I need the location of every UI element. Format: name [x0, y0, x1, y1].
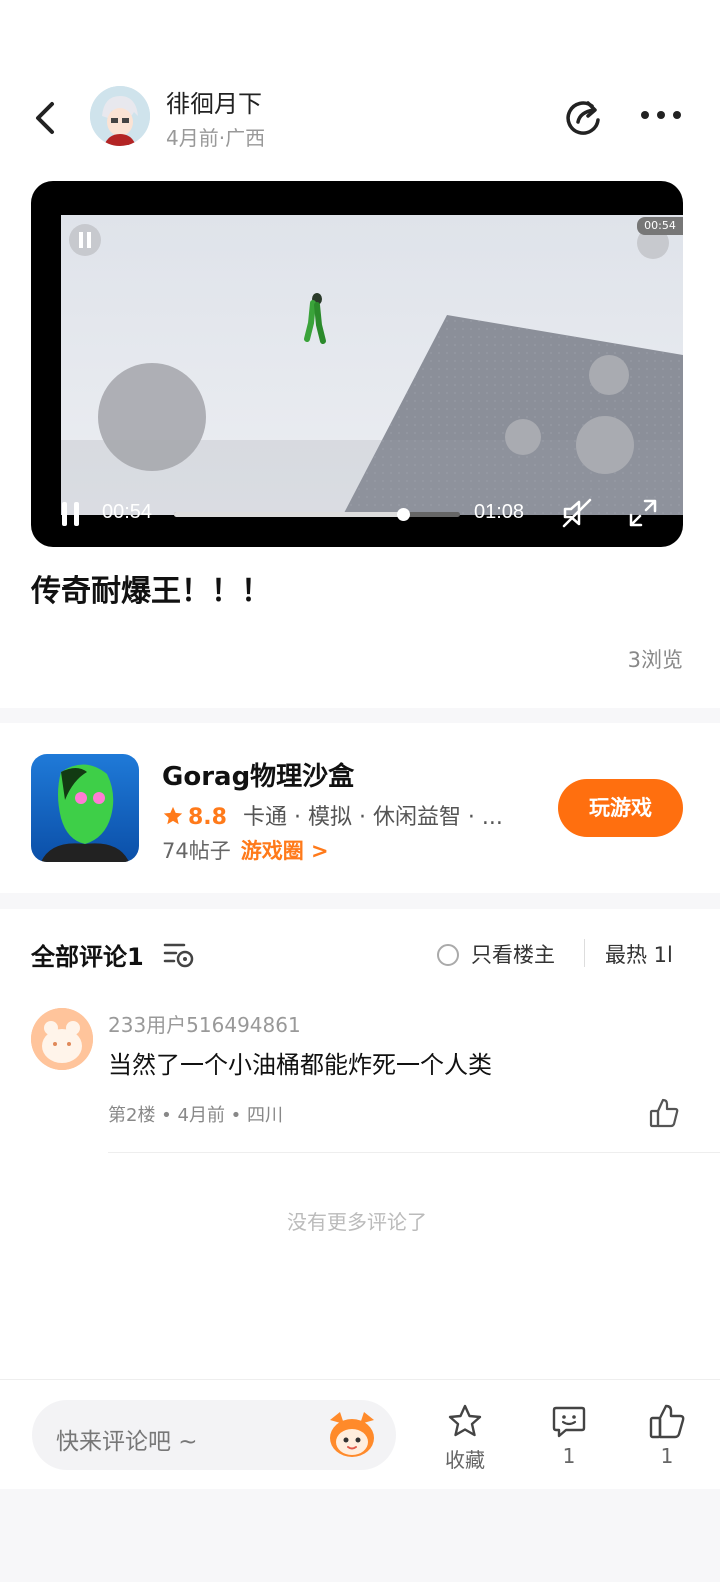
like-button[interactable]: 1	[632, 1402, 702, 1468]
game-rating: 8.8	[188, 805, 227, 830]
star-icon	[448, 1404, 482, 1437]
game-icon[interactable]	[31, 754, 139, 862]
comment-count: 1	[562, 1444, 576, 1468]
favorite-label: 收藏	[445, 1448, 485, 1472]
video-frame	[61, 215, 683, 515]
comment-input[interactable]: 快来评论吧 ~	[32, 1400, 396, 1470]
game-name[interactable]: Gorag物理沙盒	[162, 756, 354, 793]
favorite-button[interactable]: 收藏	[430, 1402, 500, 1473]
video-player[interactable]: 00:54 00:54 01:08	[31, 181, 683, 547]
author-avatar[interactable]	[90, 86, 150, 146]
progress-thumb[interactable]	[396, 508, 410, 521]
comment-divider	[108, 1152, 720, 1153]
like-count: 1	[660, 1444, 674, 1468]
comments-section: 全部评论1 只看楼主 最热 1l 233用户516494861 当然了一个小油桶…	[0, 909, 720, 1379]
post-section: 徘徊月下 4月前·广西 00:54 00:54 01:08 传奇耐爆王！！！ 3…	[0, 0, 720, 708]
game-circle-link[interactable]: 游戏圈 >	[241, 839, 329, 863]
author-name[interactable]: 徘徊月下	[166, 84, 262, 119]
fullscreen-icon[interactable]	[627, 497, 659, 529]
comment-button[interactable]: 1	[534, 1402, 604, 1468]
comments-title: 全部评论1	[31, 943, 144, 971]
comment-bubble-icon	[552, 1406, 586, 1438]
comment-username[interactable]: 233用户516494861	[108, 1009, 301, 1038]
share-icon[interactable]	[562, 96, 604, 138]
comment-text: 当然了一个小油桶都能炸死一个人类	[108, 1051, 492, 1079]
sort-hot-button[interactable]: 最热 1l	[605, 939, 673, 969]
only-owner-toggle[interactable]: 只看楼主	[437, 939, 555, 967]
back-arrow-icon[interactable]	[28, 98, 64, 138]
thumbs-up-icon	[649, 1404, 685, 1439]
play-game-button[interactable]: 玩游戏	[558, 779, 683, 837]
duration: 01:08	[474, 501, 525, 523]
game-meta: 8.8 卡通 · 模拟 · 休闲益智 · ...	[162, 799, 503, 831]
only-owner-label: 只看楼主	[471, 943, 555, 967]
header: 徘徊月下 4月前·广西	[0, 78, 720, 158]
rating-star-icon	[163, 806, 183, 825]
only-owner-radio[interactable]	[437, 944, 459, 966]
comment-input-placeholder: 快来评论吧 ~	[56, 1429, 198, 1455]
game-tags: 卡通 · 模拟 · 休闲益智 · ...	[242, 805, 503, 830]
thumbs-up-icon[interactable]	[648, 1097, 680, 1129]
author-meta: 4月前·广西	[166, 126, 266, 150]
mute-icon[interactable]	[561, 497, 593, 529]
current-time: 00:54	[102, 501, 153, 523]
game-stats: 74帖子 游戏圈 >	[162, 835, 329, 865]
filter-sort-icon[interactable]	[162, 939, 196, 969]
post-title: 传奇耐爆王！！！	[31, 574, 271, 609]
bottom-bar: 快来评论吧 ~ 收藏 1 1	[0, 1379, 720, 1489]
progress-fill	[174, 512, 403, 517]
game-post-count: 74帖子	[162, 839, 231, 863]
emoji-mascot-icon[interactable]	[324, 1410, 380, 1460]
no-more-comments: 没有更多评论了	[287, 1210, 427, 1234]
progress-bar[interactable]	[174, 508, 460, 521]
pause-icon[interactable]	[59, 499, 83, 529]
header-divider	[584, 939, 585, 967]
video-overlay-time: 00:54	[637, 217, 683, 235]
video-controls: 00:54 01:08	[31, 481, 683, 547]
more-options-icon[interactable]	[638, 102, 684, 128]
comment-meta: 第2楼 • 4月前 • 四川	[108, 1105, 284, 1126]
view-count: 3浏览	[627, 648, 683, 672]
game-card[interactable]: Gorag物理沙盒 8.8 卡通 · 模拟 · 休闲益智 · ... 74帖子 游戏…	[0, 723, 720, 893]
comment-avatar[interactable]	[31, 1008, 93, 1070]
